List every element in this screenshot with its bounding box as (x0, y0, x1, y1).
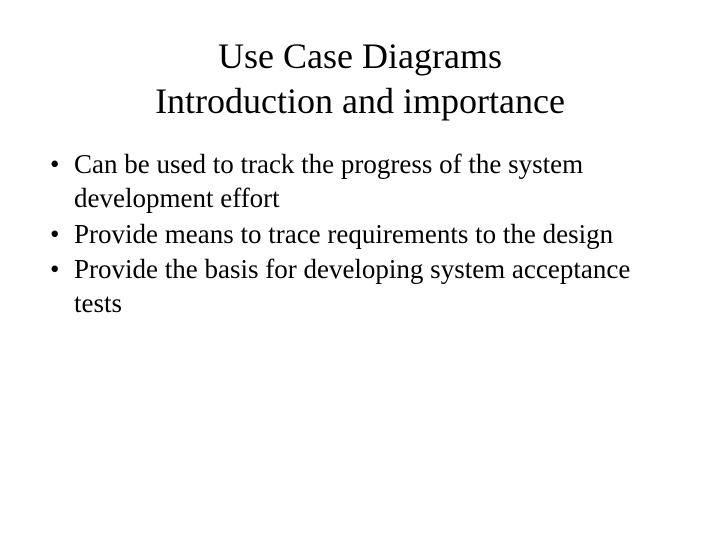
title-line-1: Use Case Diagrams (218, 36, 502, 76)
title-line-2: Introduction and importance (155, 81, 565, 121)
bullet-list: Can be used to track the progress of the… (44, 148, 676, 321)
list-item: Provide means to trace requirements to t… (44, 218, 676, 252)
bullet-text: Provide the basis for developing system … (74, 254, 630, 318)
list-item: Can be used to track the progress of the… (44, 148, 676, 216)
slide-title: Use Case Diagrams Introduction and impor… (44, 34, 676, 124)
list-item: Provide the basis for developing system … (44, 253, 676, 321)
bullet-text: Provide means to trace requirements to t… (74, 219, 613, 249)
bullet-text: Can be used to track the progress of the… (74, 149, 583, 213)
